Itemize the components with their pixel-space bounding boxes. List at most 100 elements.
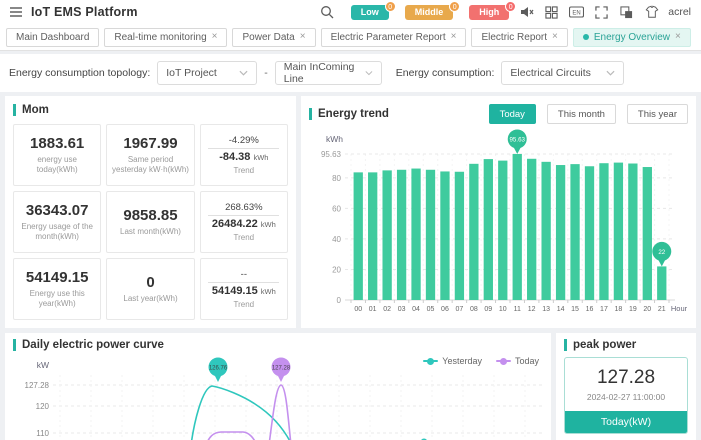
bar-14 — [556, 165, 565, 300]
trend-value: -84.38 kWh — [208, 148, 279, 163]
tab-electric-parameter-report[interactable]: Electric Parameter Report × — [321, 28, 467, 47]
x-tick-label: 09 — [484, 306, 492, 313]
range-button-this-year[interactable]: This year — [627, 104, 688, 124]
trend-label: Trend — [234, 233, 255, 243]
x-tick-label: 04 — [412, 306, 420, 313]
peak-power-header: peak power — [556, 333, 696, 355]
tab-label: Main Dashboard — [16, 32, 89, 43]
peak-power-today-button[interactable]: Today(kW) — [565, 411, 687, 433]
filter-separator: - — [264, 67, 268, 79]
peak-power-value: 127.28 — [565, 358, 687, 392]
alarm-middle-label: Middle — [415, 7, 444, 17]
chart-legend: Yesterday Today — [423, 356, 539, 366]
stat-card-same-period-yesterday: 1967.99 Same period yesterday kW·h(kWh) — [106, 124, 194, 186]
consumption-select[interactable]: Electrical Circuits — [501, 61, 624, 85]
y-tick: 127.28 — [25, 381, 50, 390]
alarm-badge-middle[interactable]: Middle 0 — [405, 5, 454, 20]
incoming-line-select-value: Main InComing Line — [284, 61, 365, 85]
y-tick: 110 — [36, 429, 49, 438]
legend-label: Today — [515, 356, 539, 366]
fullscreen-icon[interactable] — [594, 5, 609, 20]
y-axis-unit: kWh — [326, 134, 343, 144]
grid-apps-icon[interactable] — [544, 5, 559, 20]
active-tab-dot — [583, 34, 589, 40]
theme-layers-icon[interactable] — [619, 5, 634, 20]
x-tick-label: 17 — [600, 306, 608, 313]
daily-power-line-chart: kW 127.28 120 110 126.76 127.28 — [5, 355, 551, 440]
tab-close-icon[interactable]: × — [675, 32, 681, 42]
alarm-high-label: High — [479, 7, 499, 17]
tab-label: Power Data — [242, 32, 294, 43]
peak-power-timestamp: 2024-02-27 11:00:00 — [565, 392, 687, 411]
tab-close-icon[interactable]: × — [552, 32, 558, 42]
topology-select[interactable]: IoT Project — [157, 61, 257, 85]
topology-select-value: IoT Project — [166, 67, 217, 79]
mom-panel-header: Mom — [5, 96, 296, 122]
x-tick-label: 01 — [369, 306, 377, 313]
marker-balloon-11: 95.63 — [508, 130, 527, 155]
balloon-label: 22 — [658, 249, 665, 256]
search-icon[interactable] — [320, 5, 335, 20]
x-tick-label: 11 — [514, 306, 521, 313]
x-tick-label: 14 — [557, 306, 565, 313]
trend-unit: kWh — [261, 287, 276, 296]
y-tick-label: 60 — [332, 204, 341, 213]
trend-percent: -- — [241, 269, 247, 282]
app-header: IoT EMS Platform Low 0 Middle 0 High 0 E… — [0, 0, 701, 24]
tab-energy-overview[interactable]: Energy Overview× — [573, 28, 691, 47]
incoming-line-select[interactable]: Main InComing Line — [275, 61, 382, 85]
legend-item-yesterday[interactable]: Yesterday — [423, 356, 482, 366]
legend-label: Yesterday — [442, 356, 482, 366]
tab-main-dashboard[interactable]: Main Dashboard — [6, 28, 99, 47]
x-tick-label: 13 — [542, 306, 550, 313]
y-tick-label: 0 — [337, 296, 342, 305]
bar-11 — [513, 154, 522, 300]
skin-shirt-icon[interactable] — [644, 5, 659, 20]
stat-value: 9858.85 — [123, 207, 177, 224]
x-tick-label: 07 — [456, 306, 464, 313]
marker-balloon-21: 22 — [652, 242, 671, 267]
stat-value: 1883.61 — [30, 135, 84, 152]
bar-16 — [585, 166, 594, 300]
hamburger-menu-icon[interactable] — [8, 4, 24, 20]
range-button-today[interactable]: Today — [489, 104, 536, 124]
y-tick-label: 95.63 — [321, 150, 342, 159]
trend-label: Trend — [234, 166, 255, 176]
stat-card-last-year: 0 Last year(kWh) — [106, 258, 194, 320]
bar-02 — [382, 170, 391, 300]
legend-swatch-yesterday — [423, 360, 438, 362]
stat-card-last-month: 9858.85 Last month(kWh) — [106, 191, 194, 253]
balloon-label: 95.63 — [509, 137, 525, 144]
energy-trend-bar-chart: 02040608095.63kWhHour0001020304050607080… — [301, 130, 696, 326]
alarm-badge-low[interactable]: Low 0 — [351, 5, 389, 20]
x-tick-label: 03 — [398, 306, 406, 313]
mom-card-grid: 1883.61 energy use today(kWh) 1967.99 Sa… — [5, 122, 296, 328]
trend-card-month: 268.63% 26484.22 kWh Trend — [200, 191, 288, 253]
energy-trend-header: Energy trend Today This month This year — [301, 96, 696, 130]
tab-label: Electric Parameter Report — [331, 32, 446, 43]
tab-close-icon[interactable]: × — [451, 32, 457, 42]
mute-icon[interactable] — [519, 5, 534, 20]
tab-electric-report[interactable]: Electric Report× — [471, 28, 567, 47]
stat-value: 54149.15 — [26, 269, 89, 286]
trend-card-day: -4.29% -84.38 kWh Trend — [200, 124, 288, 186]
y-tick-label: 20 — [332, 265, 341, 274]
x-tick-label: 16 — [586, 306, 594, 313]
mom-panel: Mom 1883.61 energy use today(kWh) 1967.9… — [5, 96, 296, 328]
language-icon[interactable]: EN — [569, 5, 584, 20]
tab-close-icon[interactable]: × — [212, 32, 218, 42]
tab-close-icon[interactable]: × — [300, 32, 306, 42]
legend-item-today[interactable]: Today — [496, 356, 539, 366]
trend-percent: -4.29% — [229, 135, 259, 148]
range-button-this-month[interactable]: This month — [547, 104, 616, 124]
alarm-badge-high[interactable]: High 0 — [469, 5, 509, 20]
username[interactable]: acrel — [668, 6, 691, 18]
bar-08 — [469, 164, 478, 300]
title-marker — [564, 339, 567, 351]
peak-power-card: 127.28 2024-02-27 11:00:00 Today(kW) — [564, 357, 688, 434]
stat-label: energy use today(kWh) — [17, 155, 97, 175]
tab-power-data[interactable]: Power Data × — [232, 28, 315, 47]
tab-real-time-monitoring[interactable]: Real-time monitoring× — [104, 28, 227, 47]
x-tick-label: 15 — [571, 306, 579, 313]
stat-card-energy-month: 36343.07 Energy usage of the month(kWh) — [13, 191, 101, 253]
